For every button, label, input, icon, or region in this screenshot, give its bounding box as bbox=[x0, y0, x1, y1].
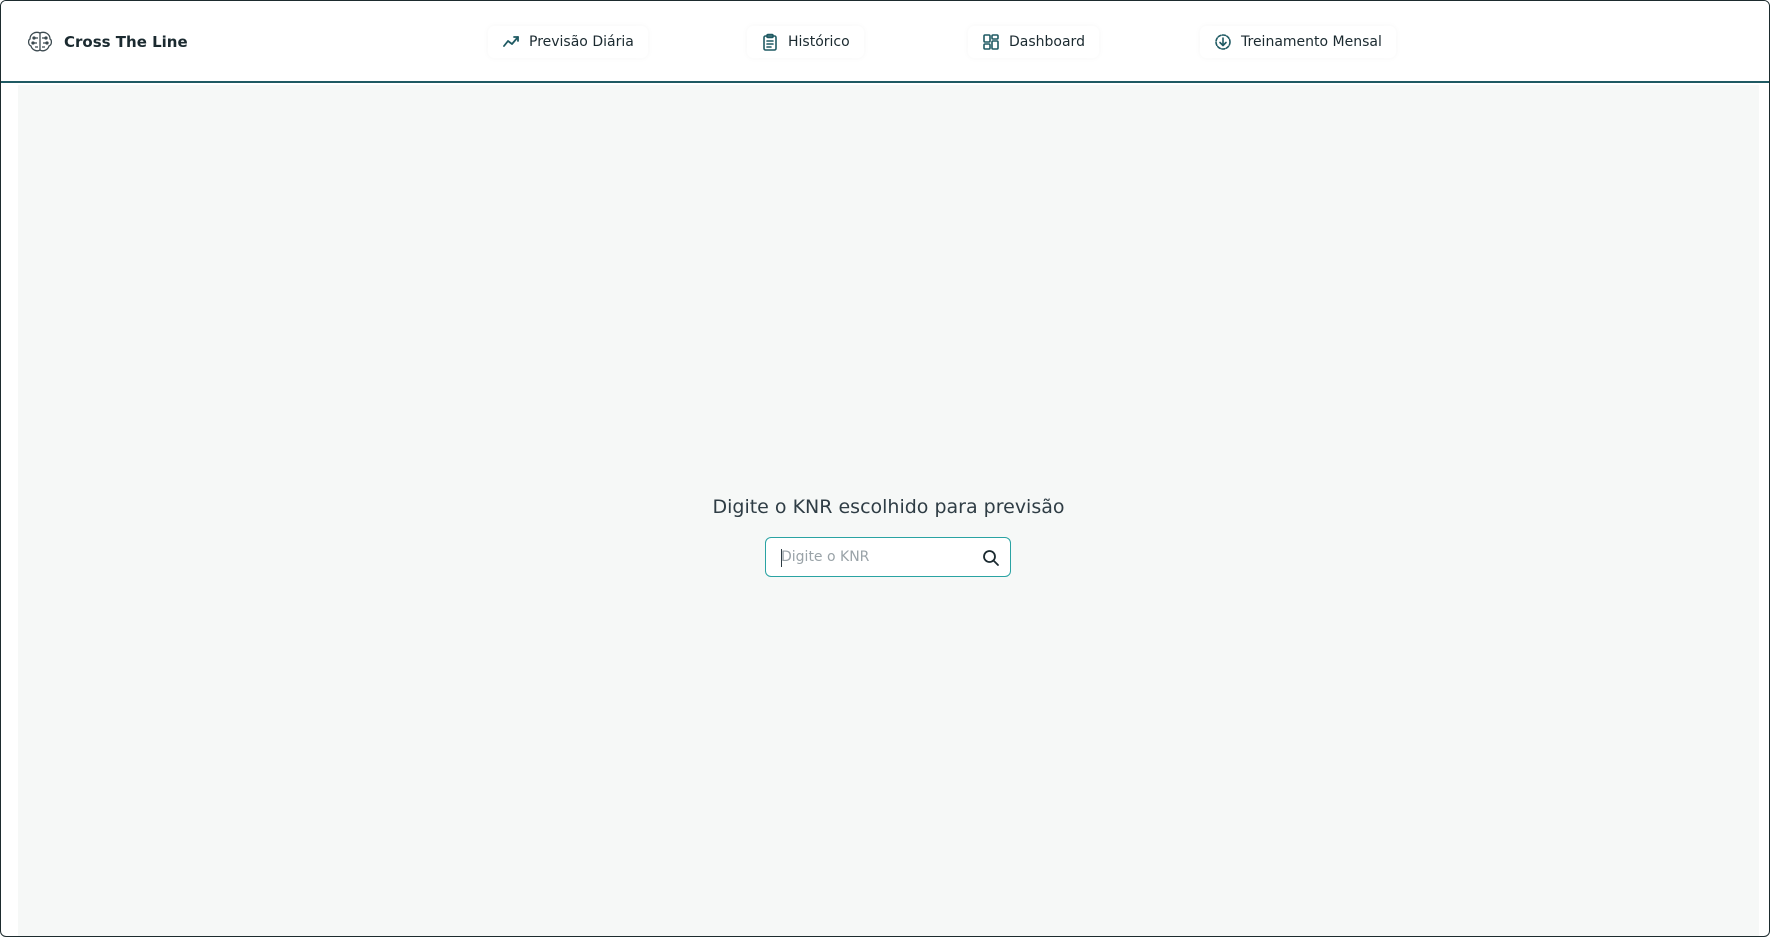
main-content: Digite o KNR escolhido para previsão bbox=[18, 85, 1759, 936]
nav-treinamento-mensal[interactable]: Treinamento Mensal bbox=[1200, 26, 1396, 58]
nav-label: Dashboard bbox=[1009, 34, 1085, 50]
top-navbar: Cross The Line Previsão Diária Histórico… bbox=[1, 1, 1769, 83]
search-prompt-heading: Digite o KNR escolhido para previsão bbox=[712, 496, 1065, 518]
nav-label: Previsão Diária bbox=[529, 34, 634, 50]
nav-dashboard[interactable]: Dashboard bbox=[968, 26, 1099, 58]
knr-search-input[interactable] bbox=[766, 539, 971, 575]
app-name: Cross The Line bbox=[64, 33, 188, 51]
dashboard-grid-icon bbox=[982, 33, 1000, 51]
search-icon[interactable] bbox=[981, 548, 1001, 568]
app-window: Cross The Line Previsão Diária Histórico… bbox=[0, 0, 1770, 937]
brain-circuit-icon bbox=[25, 29, 55, 55]
nav-label: Histórico bbox=[788, 34, 850, 50]
nav-label: Treinamento Mensal bbox=[1241, 34, 1382, 50]
circle-download-icon bbox=[1214, 33, 1232, 51]
brand[interactable]: Cross The Line bbox=[25, 29, 188, 55]
trending-up-icon bbox=[502, 33, 520, 51]
clipboard-list-icon bbox=[761, 33, 779, 51]
nav-historico[interactable]: Histórico bbox=[747, 26, 864, 58]
nav-previsao-diaria[interactable]: Previsão Diária bbox=[488, 26, 648, 58]
text-caret bbox=[781, 549, 782, 567]
knr-search-box[interactable] bbox=[765, 537, 1011, 577]
